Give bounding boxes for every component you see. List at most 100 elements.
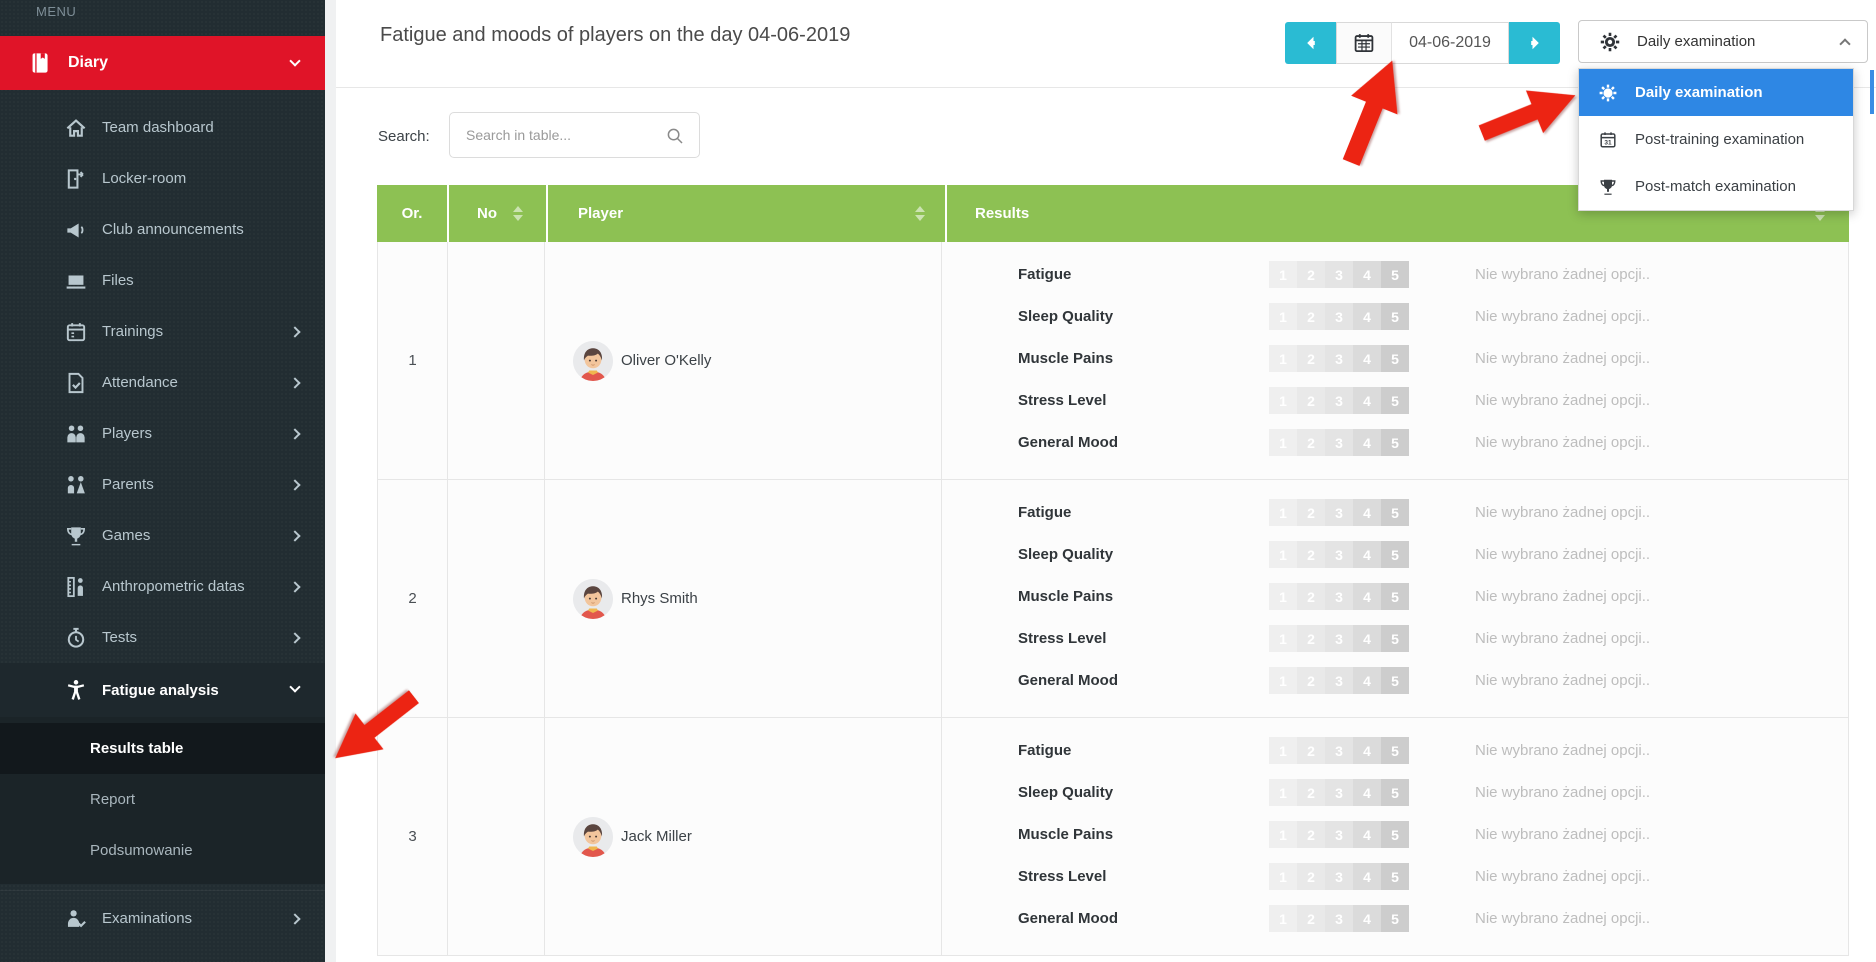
rating-option-5[interactable]: 5 <box>1381 779 1409 806</box>
rating-option-5[interactable]: 5 <box>1381 821 1409 848</box>
sidebar-item-club-announcements[interactable]: Club announcements <box>0 204 325 255</box>
rating-option-3[interactable]: 3 <box>1325 387 1353 414</box>
open-calendar-button[interactable] <box>1336 22 1391 64</box>
rating-option-1[interactable]: 1 <box>1269 387 1297 414</box>
column-header-player[interactable]: Player <box>548 185 945 242</box>
rating-option-5[interactable]: 5 <box>1381 261 1409 288</box>
sidebar-item-fatigue-analysis[interactable]: Fatigue analysis <box>0 663 325 717</box>
rating-option-3[interactable]: 3 <box>1325 667 1353 694</box>
rating-option-2[interactable]: 2 <box>1297 345 1325 372</box>
rating-option-5[interactable]: 5 <box>1381 625 1409 652</box>
sidebar-item-attendance[interactable]: Attendance <box>0 357 325 408</box>
rating-option-2[interactable]: 2 <box>1297 261 1325 288</box>
rating-option-1[interactable]: 1 <box>1269 667 1297 694</box>
rating-option-1[interactable]: 1 <box>1269 345 1297 372</box>
rating-option-5[interactable]: 5 <box>1381 499 1409 526</box>
rating-option-5[interactable]: 5 <box>1381 345 1409 372</box>
rating-option-3[interactable]: 3 <box>1325 345 1353 372</box>
rating-option-3[interactable]: 3 <box>1325 625 1353 652</box>
rating-option-2[interactable]: 2 <box>1297 737 1325 764</box>
rating-option-1[interactable]: 1 <box>1269 429 1297 456</box>
rating-option-4[interactable]: 4 <box>1353 737 1381 764</box>
rating-option-1[interactable]: 1 <box>1269 905 1297 932</box>
rating-option-2[interactable]: 2 <box>1297 625 1325 652</box>
dropdown-option-daily-examination[interactable]: Daily examination <box>1579 69 1853 116</box>
submenu-item-report[interactable]: Report <box>0 774 325 825</box>
rating-option-5[interactable]: 5 <box>1381 303 1409 330</box>
rating-option-5[interactable]: 5 <box>1381 387 1409 414</box>
rating-option-1[interactable]: 1 <box>1269 499 1297 526</box>
previous-day-button[interactable] <box>1285 22 1336 64</box>
rating-option-4[interactable]: 4 <box>1353 905 1381 932</box>
rating-option-3[interactable]: 3 <box>1325 261 1353 288</box>
rating-option-5[interactable]: 5 <box>1381 583 1409 610</box>
rating-option-4[interactable]: 4 <box>1353 429 1381 456</box>
examination-type-select[interactable]: Daily examination <box>1578 20 1868 63</box>
rating-option-5[interactable]: 5 <box>1381 541 1409 568</box>
sort-icon[interactable] <box>915 206 925 221</box>
sort-icon[interactable] <box>513 206 523 221</box>
rating-option-3[interactable]: 3 <box>1325 583 1353 610</box>
sidebar-item-diary[interactable]: Diary <box>0 36 325 90</box>
rating-option-5[interactable]: 5 <box>1381 737 1409 764</box>
column-header-no[interactable]: No <box>449 185 546 242</box>
rating-option-4[interactable]: 4 <box>1353 779 1381 806</box>
sidebar-item-games[interactable]: Games <box>0 510 325 561</box>
sidebar-item-files[interactable]: Files <box>0 255 325 306</box>
rating-option-1[interactable]: 1 <box>1269 541 1297 568</box>
rating-option-4[interactable]: 4 <box>1353 863 1381 890</box>
rating-option-2[interactable]: 2 <box>1297 667 1325 694</box>
rating-option-2[interactable]: 2 <box>1297 905 1325 932</box>
rating-option-3[interactable]: 3 <box>1325 429 1353 456</box>
rating-option-2[interactable]: 2 <box>1297 429 1325 456</box>
rating-option-5[interactable]: 5 <box>1381 863 1409 890</box>
rating-option-5[interactable]: 5 <box>1381 905 1409 932</box>
sidebar-item-locker-room[interactable]: Locker-room <box>0 153 325 204</box>
rating-option-4[interactable]: 4 <box>1353 667 1381 694</box>
rating-option-1[interactable]: 1 <box>1269 863 1297 890</box>
rating-option-3[interactable]: 3 <box>1325 779 1353 806</box>
rating-option-4[interactable]: 4 <box>1353 821 1381 848</box>
rating-option-4[interactable]: 4 <box>1353 345 1381 372</box>
search-input[interactable] <box>450 113 650 157</box>
rating-option-1[interactable]: 1 <box>1269 583 1297 610</box>
rating-option-2[interactable]: 2 <box>1297 499 1325 526</box>
rating-option-2[interactable]: 2 <box>1297 863 1325 890</box>
rating-option-2[interactable]: 2 <box>1297 303 1325 330</box>
rating-option-5[interactable]: 5 <box>1381 429 1409 456</box>
rating-option-4[interactable]: 4 <box>1353 499 1381 526</box>
rating-option-3[interactable]: 3 <box>1325 821 1353 848</box>
sidebar-item-parents[interactable]: Parents <box>0 459 325 510</box>
submenu-item-podsumowanie[interactable]: Podsumowanie <box>0 825 325 876</box>
rating-option-2[interactable]: 2 <box>1297 779 1325 806</box>
dropdown-option-post-match-examination[interactable]: Post-match examination <box>1579 163 1853 210</box>
rating-option-1[interactable]: 1 <box>1269 779 1297 806</box>
submenu-item-results-table[interactable]: Results table <box>0 723 325 774</box>
sidebar-item-anthropometric-datas[interactable]: Anthropometric datas <box>0 561 325 612</box>
dropdown-option-post-training-examination[interactable]: 31Post-training examination <box>1579 116 1853 163</box>
rating-option-3[interactable]: 3 <box>1325 541 1353 568</box>
rating-option-1[interactable]: 1 <box>1269 303 1297 330</box>
rating-option-3[interactable]: 3 <box>1325 905 1353 932</box>
rating-option-4[interactable]: 4 <box>1353 583 1381 610</box>
rating-option-4[interactable]: 4 <box>1353 625 1381 652</box>
rating-option-4[interactable]: 4 <box>1353 387 1381 414</box>
sidebar-item-players[interactable]: Players <box>0 408 325 459</box>
rating-option-1[interactable]: 1 <box>1269 737 1297 764</box>
scrollbar-thumb[interactable] <box>1870 70 1874 114</box>
sidebar-item-examinations[interactable]: Examinations <box>0 890 325 946</box>
next-day-button[interactable] <box>1509 22 1560 64</box>
rating-option-3[interactable]: 3 <box>1325 499 1353 526</box>
rating-option-2[interactable]: 2 <box>1297 387 1325 414</box>
rating-option-3[interactable]: 3 <box>1325 303 1353 330</box>
rating-option-1[interactable]: 1 <box>1269 821 1297 848</box>
rating-option-4[interactable]: 4 <box>1353 541 1381 568</box>
rating-option-2[interactable]: 2 <box>1297 541 1325 568</box>
rating-option-1[interactable]: 1 <box>1269 261 1297 288</box>
sidebar-item-trainings[interactable]: Trainings <box>0 306 325 357</box>
rating-option-3[interactable]: 3 <box>1325 863 1353 890</box>
rating-option-3[interactable]: 3 <box>1325 737 1353 764</box>
rating-option-2[interactable]: 2 <box>1297 583 1325 610</box>
rating-option-5[interactable]: 5 <box>1381 667 1409 694</box>
date-field[interactable]: 04-06-2019 <box>1391 22 1509 64</box>
